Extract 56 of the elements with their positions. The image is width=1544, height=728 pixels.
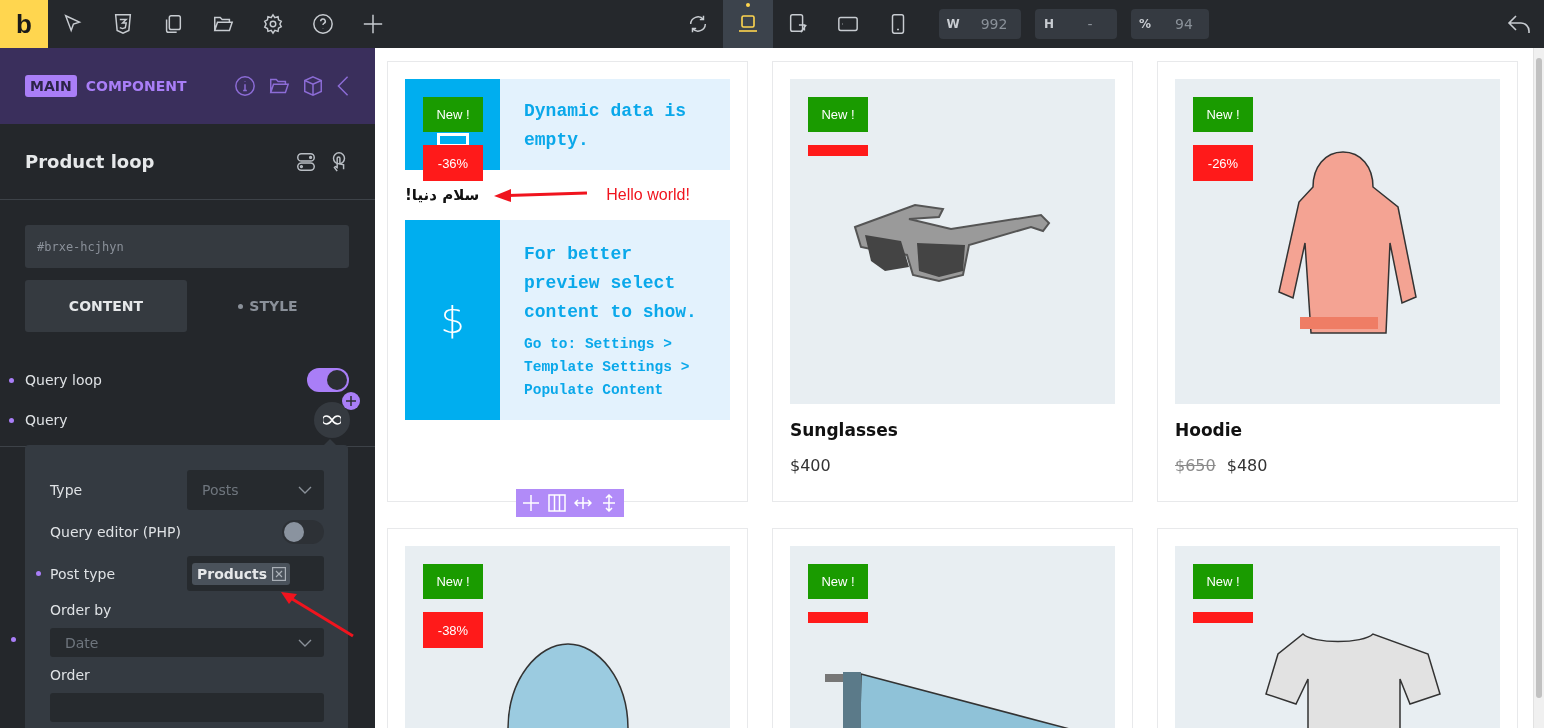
regular-price: $650 bbox=[1175, 456, 1216, 475]
dollar-icon: $ bbox=[440, 298, 465, 342]
add-icon[interactable] bbox=[342, 392, 360, 410]
panel-tab[interactable]: CONTENT bbox=[25, 280, 187, 332]
dimension-field[interactable]: W 992 bbox=[939, 9, 1021, 39]
toggle-switch[interactable] bbox=[282, 519, 324, 544]
new-badge: New ! bbox=[1193, 564, 1253, 599]
field-label: Type bbox=[50, 482, 83, 498]
settings-hint: Go to: Settings > Template Settings > Populate Content bbox=[524, 335, 691, 400]
control-label: Query bbox=[25, 412, 68, 428]
product-name: Sunglasses bbox=[790, 420, 899, 440]
chevron-down-icon bbox=[298, 486, 312, 494]
close-icon[interactable] bbox=[272, 566, 287, 581]
columns-icon[interactable] bbox=[548, 494, 566, 512]
new-badge: New ! bbox=[423, 564, 483, 599]
toggles-icon[interactable] bbox=[295, 150, 317, 173]
chevron-down-icon bbox=[298, 638, 312, 647]
tags-field[interactable]: Products bbox=[187, 556, 324, 591]
element-title: Product loop bbox=[25, 151, 155, 172]
logo-button[interactable]: b bbox=[0, 0, 48, 48]
dimension-field[interactable]: % 94 bbox=[1131, 9, 1209, 39]
laptop-icon[interactable] bbox=[723, 0, 773, 48]
field-label: Order bbox=[50, 666, 91, 683]
main-badge: MAIN bbox=[25, 75, 77, 97]
vertical-arrows-icon[interactable] bbox=[600, 494, 618, 512]
greeting-text: سلام دنیا! bbox=[405, 186, 480, 204]
new-badge: New ! bbox=[423, 97, 483, 132]
preview-message: For better preview select content to show. bbox=[524, 243, 698, 324]
field-label: Order by bbox=[50, 601, 113, 618]
new-badge: New ! bbox=[808, 97, 868, 132]
panel-tab[interactable]: STYLE bbox=[187, 280, 349, 332]
product-price: $400 bbox=[790, 456, 831, 475]
field-label: Post type bbox=[50, 565, 116, 582]
scrollbar[interactable] bbox=[1533, 48, 1544, 728]
collapse-icon[interactable] bbox=[336, 75, 350, 97]
new-badge: New ! bbox=[1193, 97, 1253, 132]
dimension-field[interactable]: H - bbox=[1035, 9, 1117, 39]
css-id-field[interactable]: #brxe-hcjhyn bbox=[25, 225, 349, 268]
product-price: $480 bbox=[1226, 456, 1268, 475]
annotation-text: Hello world! bbox=[606, 186, 690, 204]
toggle-switch[interactable] bbox=[307, 368, 349, 392]
info-icon[interactable] bbox=[234, 75, 256, 97]
control-label: Query loop bbox=[25, 372, 102, 388]
query-button[interactable] bbox=[314, 402, 350, 438]
component-label: COMPONENT bbox=[85, 78, 187, 94]
sale-badge: -38% bbox=[423, 612, 483, 648]
infinity-icon bbox=[323, 415, 341, 425]
tag-label: Products bbox=[197, 565, 268, 582]
box-icon[interactable] bbox=[302, 75, 324, 97]
field-label: Query editor (PHP) bbox=[50, 523, 181, 540]
product-name: Hoodie bbox=[1175, 420, 1244, 440]
sale-badge: -36% bbox=[423, 145, 483, 181]
empty-data-message: Dynamic data is empty. bbox=[524, 100, 688, 152]
sale-badge: -26% bbox=[1193, 145, 1253, 181]
horizontal-arrows-icon[interactable] bbox=[574, 494, 592, 512]
new-badge: New ! bbox=[808, 564, 868, 599]
